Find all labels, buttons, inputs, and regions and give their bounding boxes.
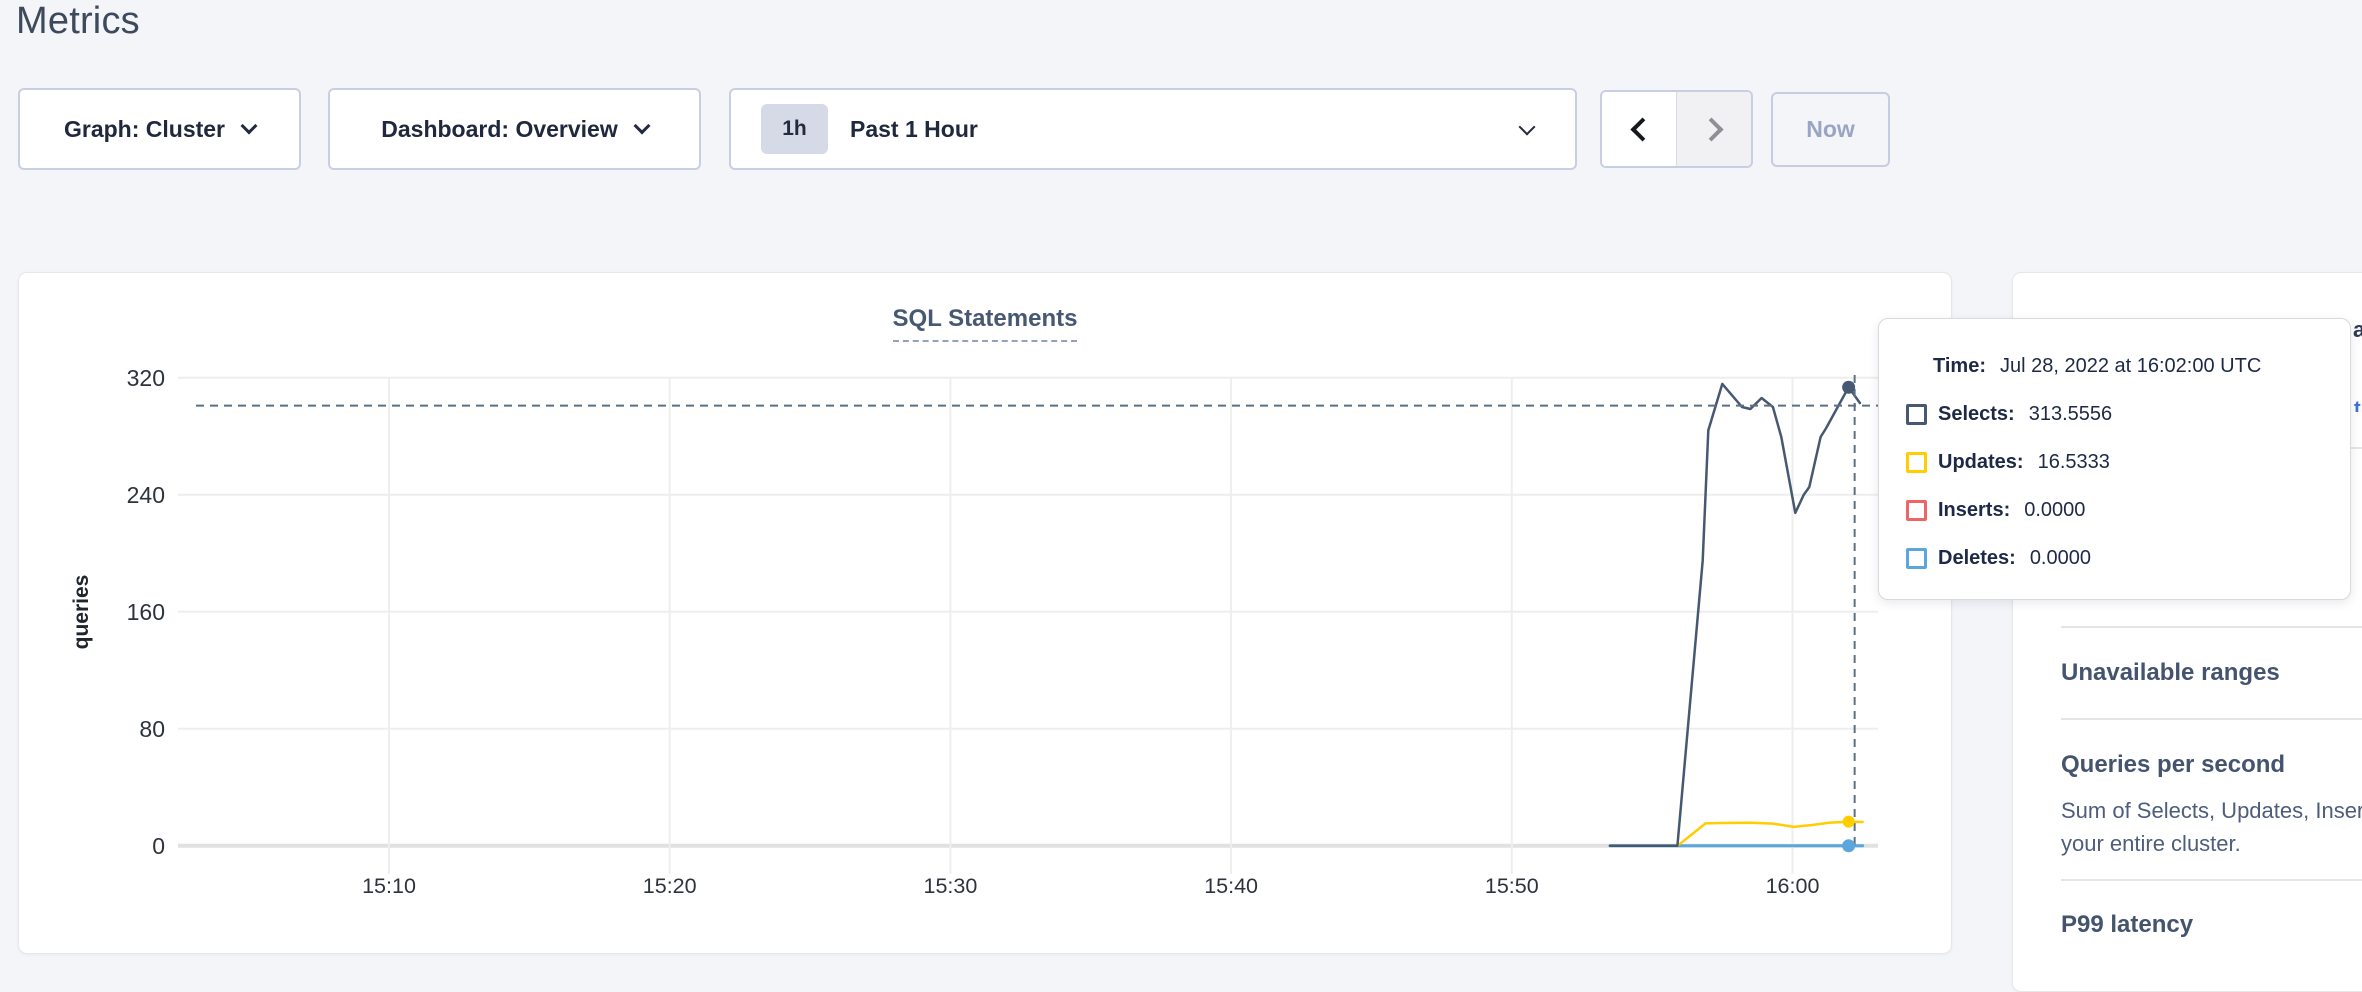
tooltip-selects-row: Selects: 313.5556 [1906,390,2350,438]
svg-text:320: 320 [127,365,165,391]
svg-text:240: 240 [127,482,165,508]
selects-series-swatch-icon [1906,404,1927,425]
updates-series-swatch-icon [1906,452,1927,473]
inserts-series-swatch-icon [1906,500,1927,521]
tooltip-deletes-label: Deletes: [1938,547,2016,570]
tooltip-time-label: Time: [1933,355,1986,378]
clipped-sidebar-text-fragment: a [2353,317,2362,343]
svg-text:15:20: 15:20 [643,874,697,898]
svg-text:16:00: 16:00 [1766,874,1820,898]
tooltip-deletes-value: 0.0000 [2030,547,2091,570]
tooltip-updates-label: Updates: [1938,451,2024,474]
deletes-series-swatch-icon [1906,548,1927,569]
svg-text:160: 160 [127,599,165,625]
svg-text:15:10: 15:10 [362,874,416,898]
svg-text:0: 0 [152,833,165,859]
svg-text:15:30: 15:30 [923,874,977,898]
clipped-sidebar-link-fragment: t [2354,398,2362,412]
tooltip-updates-row: Updates: 16.5333 [1906,438,2350,486]
tooltip-inserts-label: Inserts: [1938,499,2010,522]
tooltip-time-row: Time: Jul 28, 2022 at 16:02:00 UTC [1906,342,2350,390]
chart-tooltip: Time: Jul 28, 2022 at 16:02:00 UTC Selec… [1878,318,2351,600]
svg-text:15:50: 15:50 [1485,874,1539,898]
clipped-sidebar-divider-fragment [2350,447,2362,449]
svg-text:15:40: 15:40 [1204,874,1258,898]
tooltip-updates-value: 16.5333 [2038,451,2110,474]
tooltip-selects-value: 313.5556 [2029,403,2112,426]
tooltip-time-value: Jul 28, 2022 at 16:02:00 UTC [2000,355,2261,378]
tooltip-inserts-value: 0.0000 [2024,499,2085,522]
tooltip-deletes-row: Deletes: 0.0000 [1906,534,2350,582]
svg-text:80: 80 [139,716,165,742]
svg-text:queries: queries [70,575,93,650]
tooltip-selects-label: Selects: [1938,403,2015,426]
tooltip-inserts-row: Inserts: 0.0000 [1906,486,2350,534]
